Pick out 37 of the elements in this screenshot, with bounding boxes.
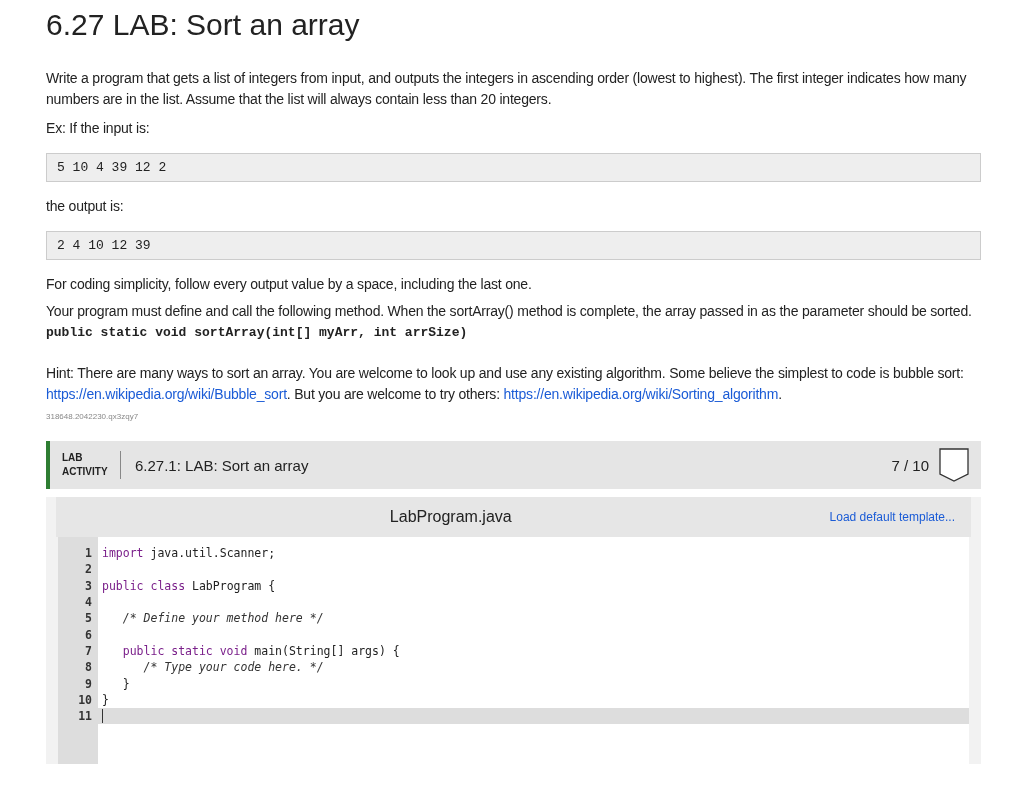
wiki-link[interactable]: https://en.wikipedia.org/wiki/Bubble_sort	[46, 386, 287, 402]
method-paragraph: Your program must define and call the following method. When the sortArray() method is complete, the array passed in as the parameter should be sorted.	[46, 302, 973, 321]
file-name: LabProgram.java	[388, 508, 513, 526]
activity-type: LAB ACTIVITY	[62, 451, 121, 479]
method-signature: public static void sortArray(int[] myArr, int arrSize)	[46, 325, 468, 340]
line-number: 5	[84, 611, 93, 626]
code-line: public class LabProgram {	[102, 578, 276, 593]
example-output: 2 4 10 12 39	[46, 231, 981, 260]
example-label: the output is:	[46, 197, 125, 216]
load-template-link[interactable]: Load default template...	[829, 510, 955, 524]
line-number: 3	[84, 578, 93, 593]
line-number: 9	[84, 676, 93, 691]
hint-paragraph: Hint: There are many ways to sort an array. You are welcome to look up and use any existing algorithm. Some believe the simplest to code is bubble sort: https://en.wikipedia.org/wiki/Bubble_sort. But you are welcome to try others: https://en.wikipedia.org/wiki/Sorting_algorithm.	[46, 364, 965, 404]
code-line: }	[102, 692, 109, 707]
code-line: /* Type your code here. */	[142, 660, 324, 675]
code-line: public static void main(String[] args) {	[121, 643, 400, 658]
example-label: Ex: If the input is:	[46, 119, 151, 138]
line-number: 4	[84, 595, 93, 610]
intro-paragraph: Write a program that gets a list of integers from input, and outputs the integers in ascending order (lowest to highest). The first integer indicates how many numbers are in the list. Assume that the list will always contain less than 20 integers.	[46, 69, 968, 109]
badge-icon	[939, 448, 969, 482]
note-paragraph: For coding simplicity, follow every output value by a space, including the last one.	[46, 275, 533, 294]
text-cursor	[102, 709, 103, 724]
line-number: 10	[77, 692, 93, 707]
code-line: }	[121, 676, 130, 691]
line-number: 2	[84, 562, 93, 577]
line-number: 7	[84, 643, 93, 658]
score: 7 / 10	[891, 456, 929, 474]
activity-title: 6.27.1: LAB: Sort an array	[135, 456, 310, 474]
code-line: import java.util.Scanner;	[102, 546, 276, 561]
line-number: 11	[77, 709, 93, 724]
code-line: /* Define your method here */	[121, 611, 324, 626]
page-title: 6.27 LAB: Sort an array	[46, 7, 360, 43]
line-number: 1	[84, 546, 93, 561]
line-number: 8	[84, 660, 93, 675]
problem-id: 318648.2042230.qx3zqy7	[46, 412, 139, 421]
code-editor[interactable]: 1 import java.util.Scanner; 2 3 public class LabProgram { 4 5 /* Define your method here */ 6 7 public static void main(String[] args) { 8 /* Type your code here. */ 9 } 10 } 11	[58, 537, 969, 765]
line-number: 6	[84, 627, 93, 642]
